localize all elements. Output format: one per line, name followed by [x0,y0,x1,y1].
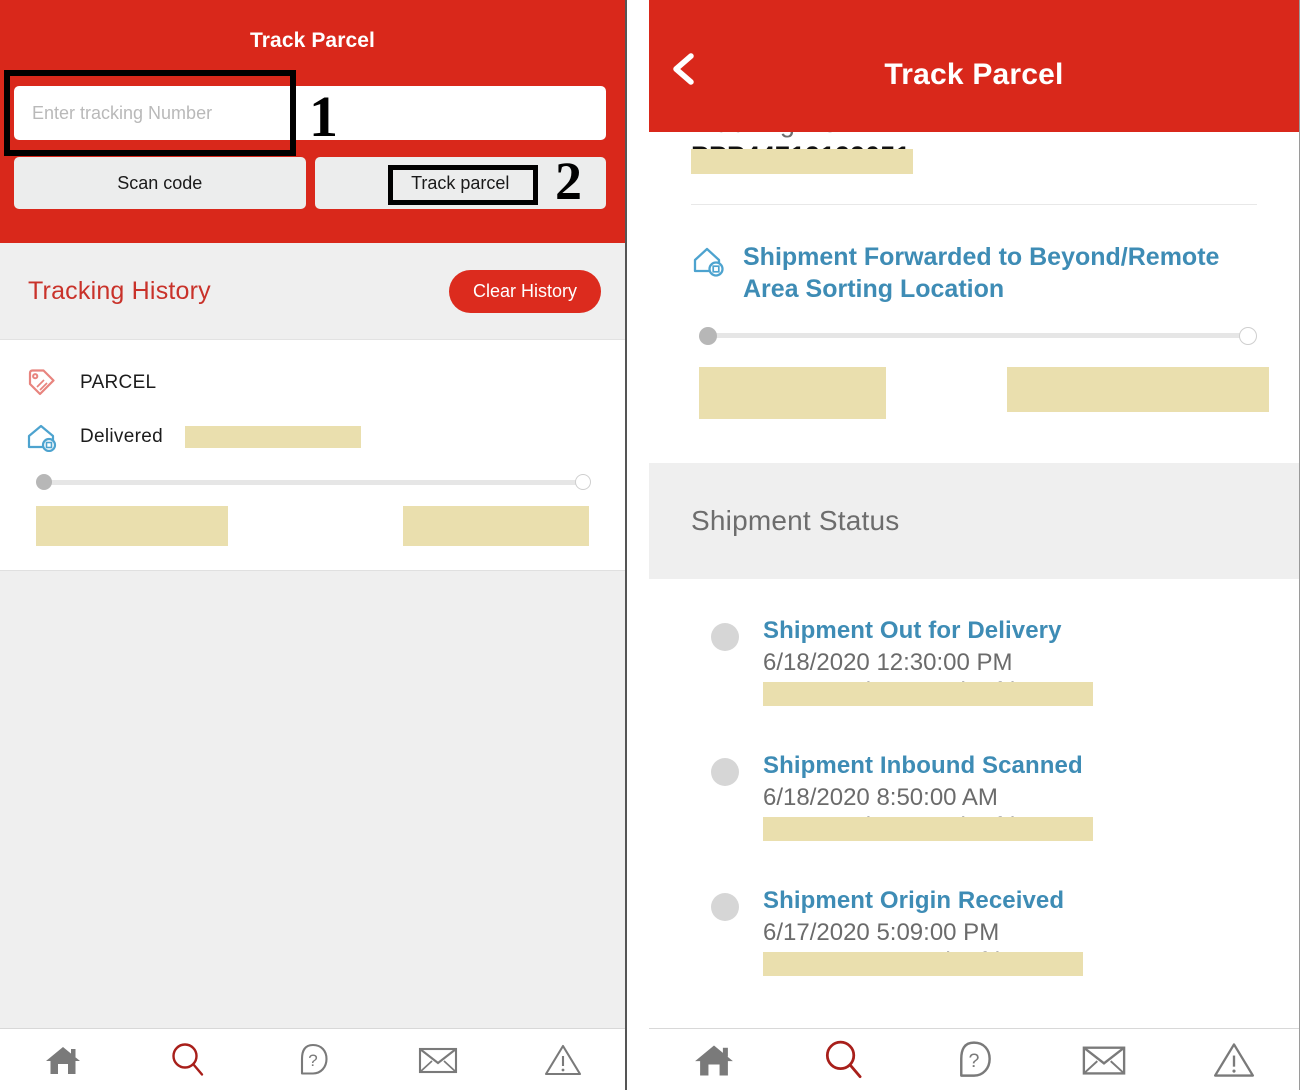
right-bottom-nav: ? [649,1028,1299,1090]
svg-text:?: ? [969,1049,980,1071]
nav-mail-icon[interactable] [1069,1034,1139,1086]
left-app-header: Track Parcel Scan code Track parcel 1 2 [0,0,625,243]
progress-start-dot [36,474,52,490]
event-location: East London, South Africa [763,813,1093,841]
left-phone-screen: Track Parcel Scan code Track parcel 1 2 … [0,0,627,1090]
history-entry-recipient-redacted [184,426,361,448]
event-title: Shipment Out for Delivery [763,617,1062,644]
progress-start-dot [699,327,717,345]
nav-home-icon[interactable] [28,1034,98,1086]
back-chevron-left-icon[interactable] [669,52,699,86]
left-action-buttons: Scan code Track parcel [14,157,606,209]
history-entry-type-row: PARCEL [24,366,601,400]
delivered-house-icon [24,420,58,454]
svg-text:?: ? [308,1051,317,1070]
progress-track [708,333,1248,338]
event-title: Shipment Origin Received [763,887,1065,914]
delivered-house-icon [691,245,725,282]
nav-search-icon[interactable] [153,1034,223,1086]
nav-alert-icon[interactable] [528,1034,598,1086]
current-status-block: Shipment Forwarded to Beyond/Remote Area… [649,205,1299,305]
history-entry-status: Delivered [80,426,163,447]
history-redacted-row [24,506,601,546]
tracking-history-bar: Tracking History Clear History [0,243,625,340]
dual-screenshot-container: Track Parcel Scan code Track parcel 1 2 … [0,0,1300,1090]
tracking-number-input[interactable] [14,86,606,140]
clear-history-button[interactable]: Clear History [448,269,601,313]
current-status-redacted-row [699,367,1269,419]
event-location-redaction [763,952,1083,976]
progress-end-dot [575,474,591,490]
event-title: Shipment Inbound Scanned [763,752,1083,779]
event-location: Cape Town, South Africa [763,948,1083,976]
shipment-status-title: Shipment Status [691,505,900,536]
tracking-history-title: Tracking History [28,276,211,305]
nav-search-icon[interactable] [809,1034,879,1086]
list-item[interactable]: Shipment Inbound Scanned 6/18/2020 8:50:… [649,752,1299,887]
progress-track [44,480,583,485]
track-parcel-button[interactable]: Track parcel [314,157,606,209]
current-status-redacted-left [699,367,886,419]
right-phone-screen: Track Parcel Tracking No: PPP44719199051 [627,0,1300,1090]
left-bottom-nav: ? [0,1028,625,1090]
event-datetime: 6/17/2020 5:09:00 PM [763,919,1000,946]
event-datetime: 6/18/2020 8:50:00 AM [763,784,998,811]
current-status-text: Shipment Forwarded to Beyond/Remote Area… [743,243,1220,303]
event-bullet-icon [711,893,739,921]
tracking-number-redaction [691,149,913,174]
history-redacted-right [403,506,589,546]
shipment-status-section-header: Shipment Status [649,463,1299,579]
list-item[interactable]: Shipment Origin Received 6/17/2020 5:09:… [649,887,1299,1022]
event-bullet-icon [711,623,739,651]
nav-help-icon[interactable]: ? [278,1034,348,1086]
right-page-title: Track Parcel [884,58,1064,91]
event-bullet-icon [711,758,739,786]
history-entry-type: PARCEL [80,372,157,393]
right-screen-body: Track Parcel Tracking No: PPP44719199051 [649,0,1300,1090]
shipment-status-event-list: Shipment Out for Delivery 6/18/2020 12:3… [649,579,1299,1022]
nav-mail-icon[interactable] [403,1034,473,1086]
tracking-number-value: PPP44719199051 [691,141,1299,174]
current-status-redacted-right [1007,367,1269,412]
history-entry-status-row: Delivered [24,420,601,454]
right-app-header: Track Parcel [649,0,1299,132]
nav-alert-icon[interactable] [1199,1034,1269,1086]
nav-home-icon[interactable] [679,1034,749,1086]
progress-end-dot [1239,327,1257,345]
history-redacted-left [36,506,228,546]
event-location: East London, South Africa [763,678,1093,706]
event-location-redaction [763,817,1093,841]
page-title: Track Parcel [250,29,375,52]
nav-help-icon[interactable]: ? [939,1034,1009,1086]
history-progress-slider[interactable] [36,474,591,490]
event-location-redaction [763,682,1093,706]
history-entry-card[interactable]: PARCEL Delivered [0,340,625,570]
current-status-progress-slider[interactable] [699,327,1257,345]
event-datetime: 6/18/2020 12:30:00 PM [763,649,1013,676]
parcel-tag-icon [24,366,58,400]
list-item[interactable]: Shipment Out for Delivery 6/18/2020 12:3… [649,617,1299,752]
scan-code-button[interactable]: Scan code [14,157,306,209]
left-empty-area [0,570,625,1048]
